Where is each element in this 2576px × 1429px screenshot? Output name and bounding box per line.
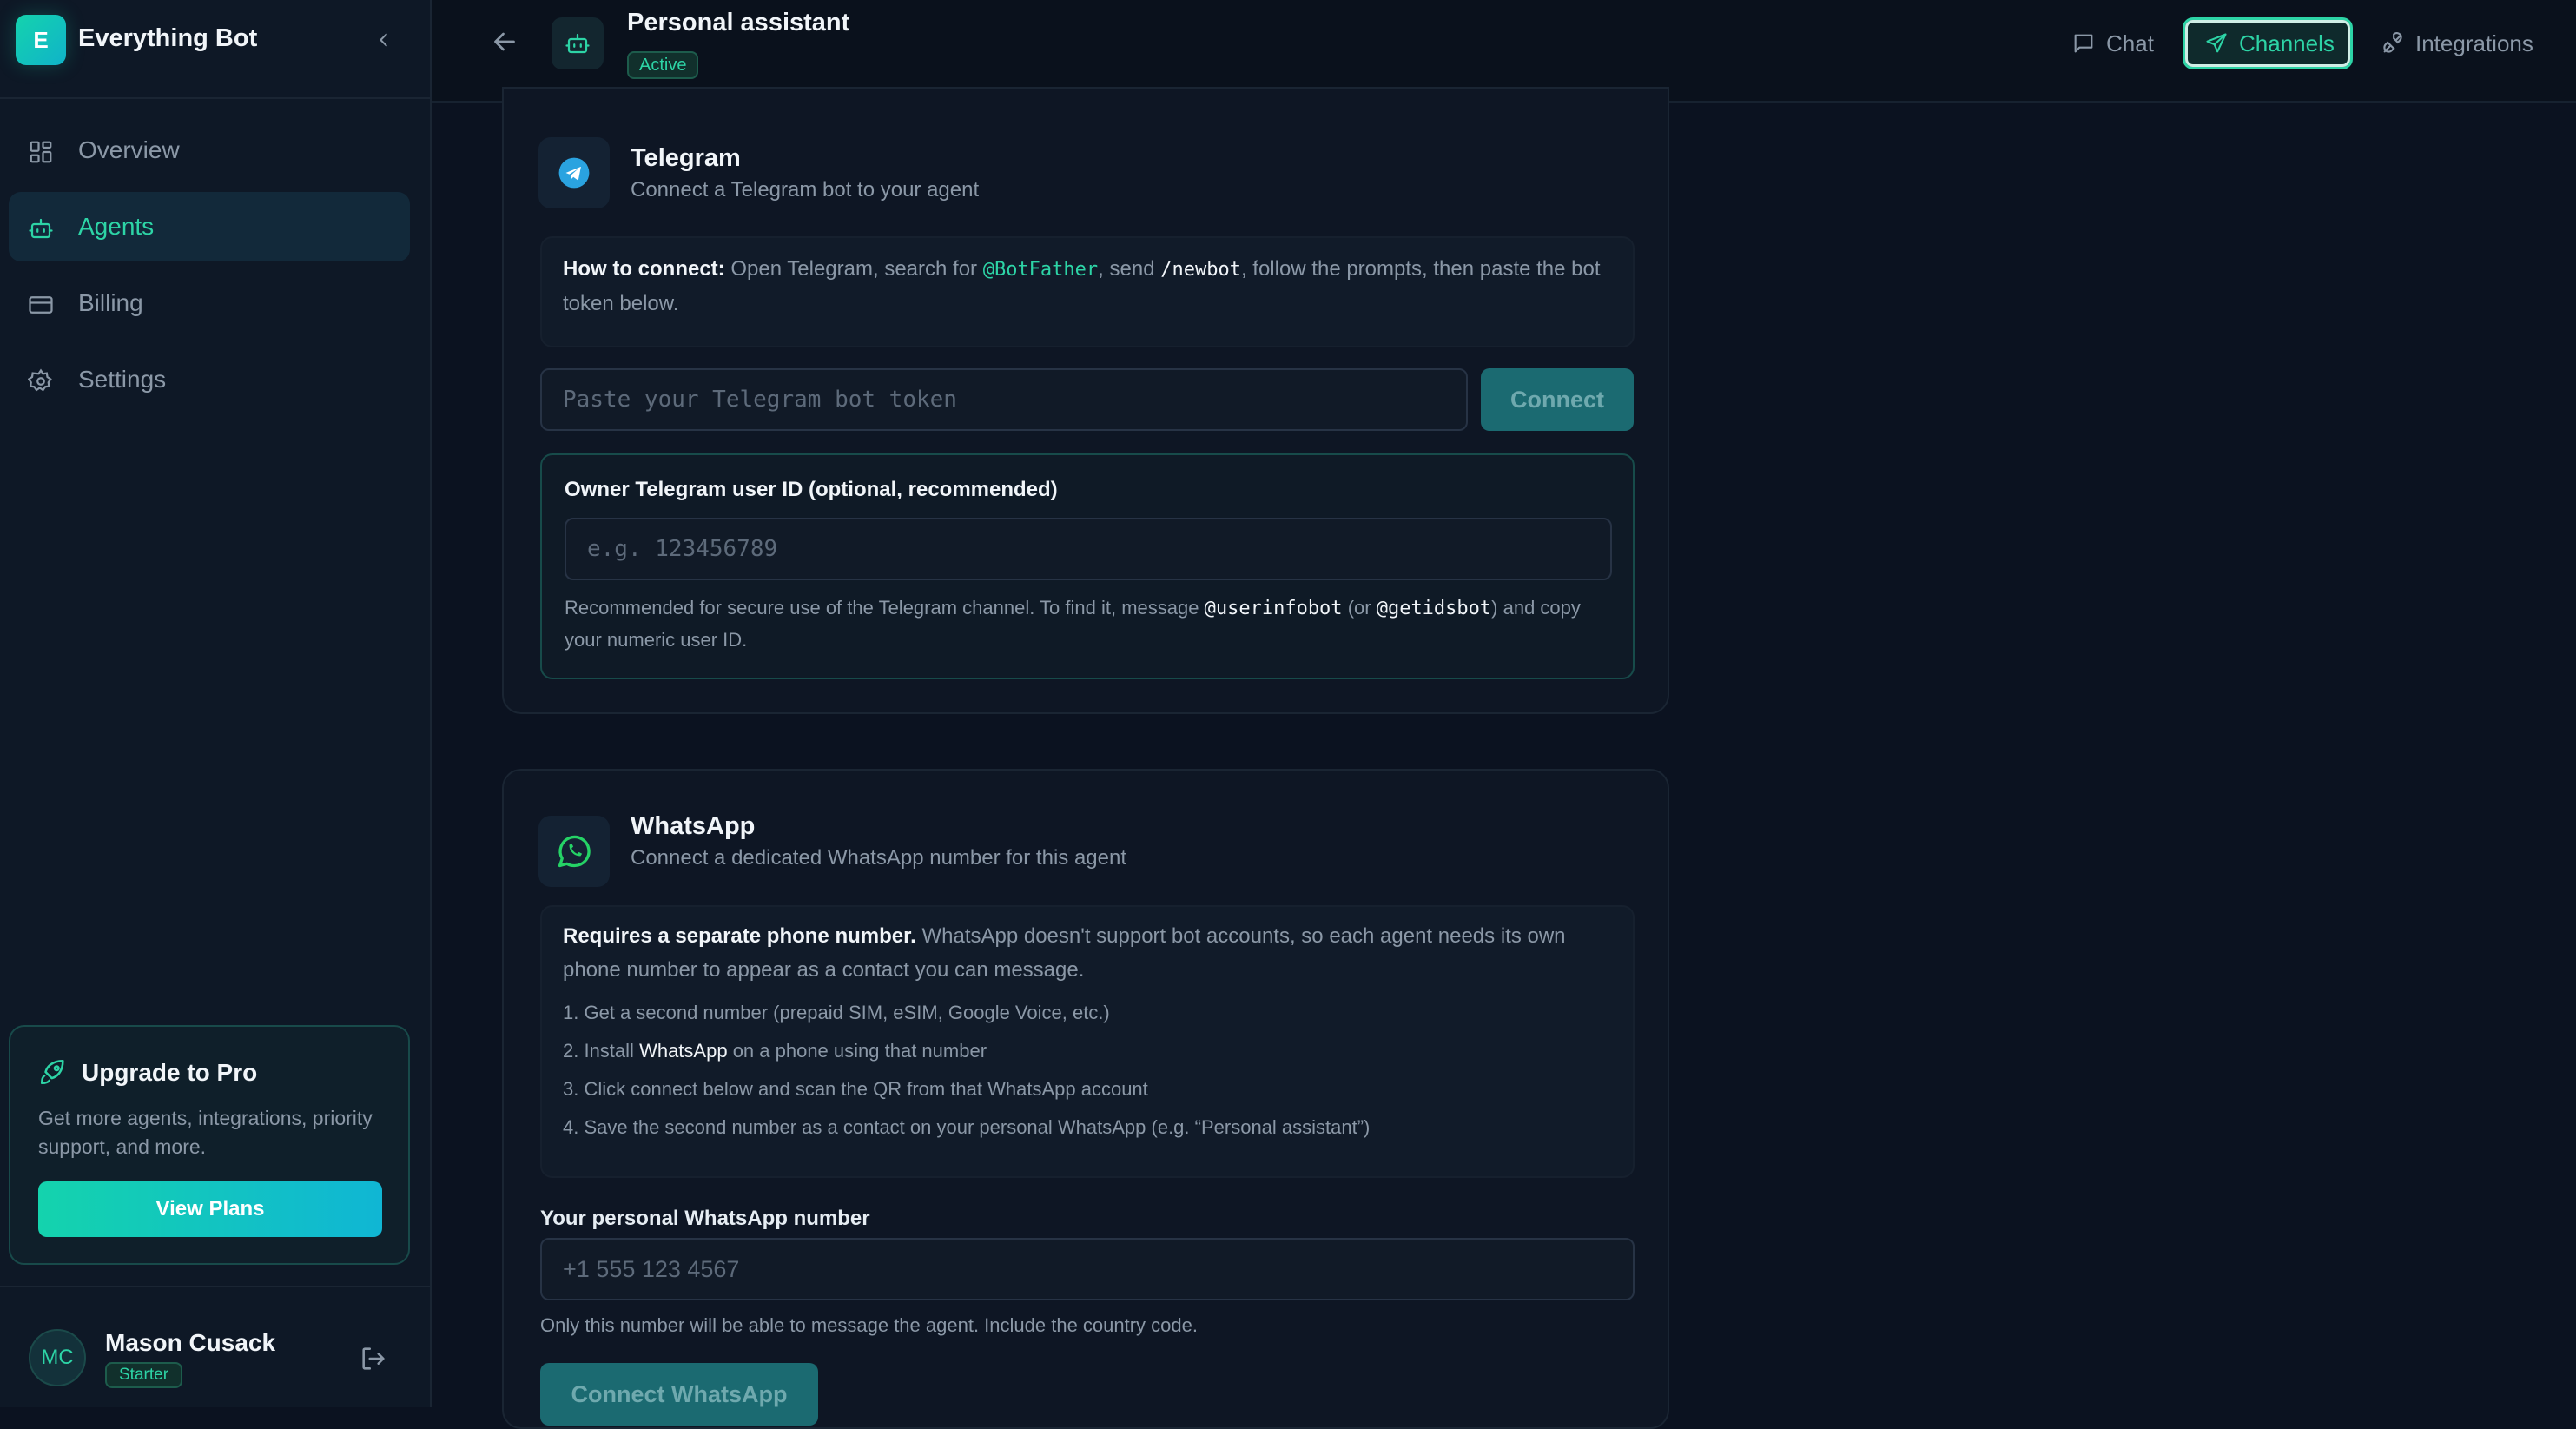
whatsapp-icon xyxy=(558,835,591,868)
tab-label: Chat xyxy=(2106,30,2154,56)
telegram-connect-button[interactable]: Connect xyxy=(1481,368,1634,431)
owner-id-label: Owner Telegram user ID (optional, recomm… xyxy=(565,478,1058,501)
telegram-icon xyxy=(558,157,590,189)
instructions-text: Open Telegram, search for xyxy=(730,257,978,281)
status-badge: Active xyxy=(627,51,699,79)
telegram-instructions: How to connect: Open Telegram, search fo… xyxy=(540,236,1635,347)
bot-icon xyxy=(565,33,590,54)
sidebar-item-label: Billing xyxy=(78,289,143,316)
message-square-icon xyxy=(2074,34,2093,53)
setup-steps: 1. Get a second number (prepaid SIM, eSI… xyxy=(563,994,1612,1147)
help-text: (or xyxy=(1347,597,1371,619)
sidebar-item-overview[interactable]: Overview xyxy=(9,116,410,185)
sidebar-item-label: Agents xyxy=(78,213,155,240)
upgrade-title: Upgrade to Pro xyxy=(82,1059,258,1086)
newbot-command: /newbot xyxy=(1160,259,1241,281)
page-title: Personal assistant xyxy=(627,9,850,36)
whatsapp-card: WhatsApp Connect a dedicated WhatsApp nu… xyxy=(502,769,1669,1429)
collapse-sidebar-button[interactable] xyxy=(368,24,400,56)
whatsapp-app-name: WhatsApp xyxy=(639,1040,728,1062)
tab-integrations[interactable]: Integrations xyxy=(2381,17,2572,69)
step-item: 1. Get a second number (prepaid SIM, eSI… xyxy=(563,1002,1110,1023)
brand-header: E Everything Bot xyxy=(0,0,430,99)
rocket-icon xyxy=(40,1059,64,1085)
owner-id-box: Owner Telegram user ID (optional, recomm… xyxy=(540,453,1635,679)
tab-label: Integrations xyxy=(2415,30,2533,56)
instructions-text: , send xyxy=(1098,257,1155,281)
telegram-card: Telegram Connect a Telegram bot to your … xyxy=(502,87,1669,714)
telegram-subtitle: Connect a Telegram bot to your agent xyxy=(631,178,980,202)
user-panel: MC Mason Cusack Starter xyxy=(0,1286,430,1407)
plan-badge: Starter xyxy=(105,1362,183,1388)
owner-id-input[interactable]: e.g. 123456789 xyxy=(565,518,1612,580)
arrow-left-icon xyxy=(494,32,515,51)
send-icon xyxy=(2206,33,2227,53)
step-text: 2. Install xyxy=(563,1040,634,1062)
gear-icon xyxy=(28,368,52,392)
userinfobot-handle: @userinfobot xyxy=(1204,598,1343,619)
sidebar-item-settings[interactable]: Settings xyxy=(9,345,410,414)
sidebar: E Everything Bot Overview Agents Billing… xyxy=(0,0,432,1407)
upgrade-description: Get more agents, integrations, priority … xyxy=(38,1107,373,1158)
sidebar-nav: Overview Agents Billing Settings xyxy=(9,116,410,421)
owner-id-help: Recommended for secure use of the Telegr… xyxy=(565,592,1607,656)
logout-icon[interactable] xyxy=(359,1344,388,1373)
telegram-token-input[interactable]: Paste your Telegram bot token xyxy=(540,368,1468,431)
agent-avatar xyxy=(552,17,604,69)
step-text: on a phone using that number xyxy=(732,1040,987,1062)
plug-icon xyxy=(2383,32,2402,53)
requirement-label: Requires a separate phone number. xyxy=(563,924,916,948)
whatsapp-number-label: Your personal WhatsApp number xyxy=(540,1207,870,1230)
sidebar-item-label: Overview xyxy=(78,136,180,163)
step-item: 2. Install WhatsApp on a phone using tha… xyxy=(563,1032,1612,1070)
whatsapp-instructions: Requires a separate phone number. WhatsA… xyxy=(540,905,1635,1178)
botfather-handle: @BotFather xyxy=(982,259,1099,281)
connect-whatsapp-button[interactable]: Connect WhatsApp xyxy=(540,1363,818,1426)
user-name: Mason Cusack xyxy=(105,1329,276,1356)
whatsapp-number-help: Only this number will be able to message… xyxy=(540,1314,1198,1336)
chevron-left-icon xyxy=(380,33,387,47)
view-plans-button[interactable]: View Plans xyxy=(38,1181,382,1237)
step-item: 3. Click connect below and scan the QR f… xyxy=(563,1078,1148,1100)
instructions-label: How to connect: xyxy=(563,257,725,281)
getidsbot-handle: @getidsbot xyxy=(1376,598,1492,619)
telegram-title: Telegram xyxy=(631,144,741,172)
sidebar-item-label: Settings xyxy=(78,366,167,393)
whatsapp-subtitle: Connect a dedicated WhatsApp number for … xyxy=(631,846,1127,870)
credit-card-icon xyxy=(29,296,53,314)
requirement-note: Requires a separate phone number. WhatsA… xyxy=(563,919,1612,987)
whatsapp-number-input[interactable]: +1 555 123 4567 xyxy=(540,1238,1635,1300)
help-text: Recommended for secure use of the Telegr… xyxy=(565,597,1199,619)
avatar[interactable]: MC xyxy=(29,1329,86,1386)
brand-logo[interactable]: E xyxy=(16,15,66,65)
sidebar-item-billing[interactable]: Billing xyxy=(9,268,410,338)
whatsapp-logo xyxy=(538,816,610,887)
tab-label: Channels xyxy=(2239,30,2335,56)
step-item: 4. Save the second number as a contact o… xyxy=(563,1116,1371,1138)
bot-icon xyxy=(29,218,53,239)
sidebar-item-agents[interactable]: Agents xyxy=(9,192,410,261)
telegram-logo xyxy=(538,137,610,208)
back-button[interactable] xyxy=(489,26,520,57)
whatsapp-title: WhatsApp xyxy=(631,812,756,840)
brand-name[interactable]: Everything Bot xyxy=(78,24,257,53)
upgrade-card: Upgrade to Pro Get more agents, integrat… xyxy=(9,1025,410,1265)
grid-icon xyxy=(30,141,52,163)
tab-channels[interactable]: Channels xyxy=(2183,17,2353,69)
